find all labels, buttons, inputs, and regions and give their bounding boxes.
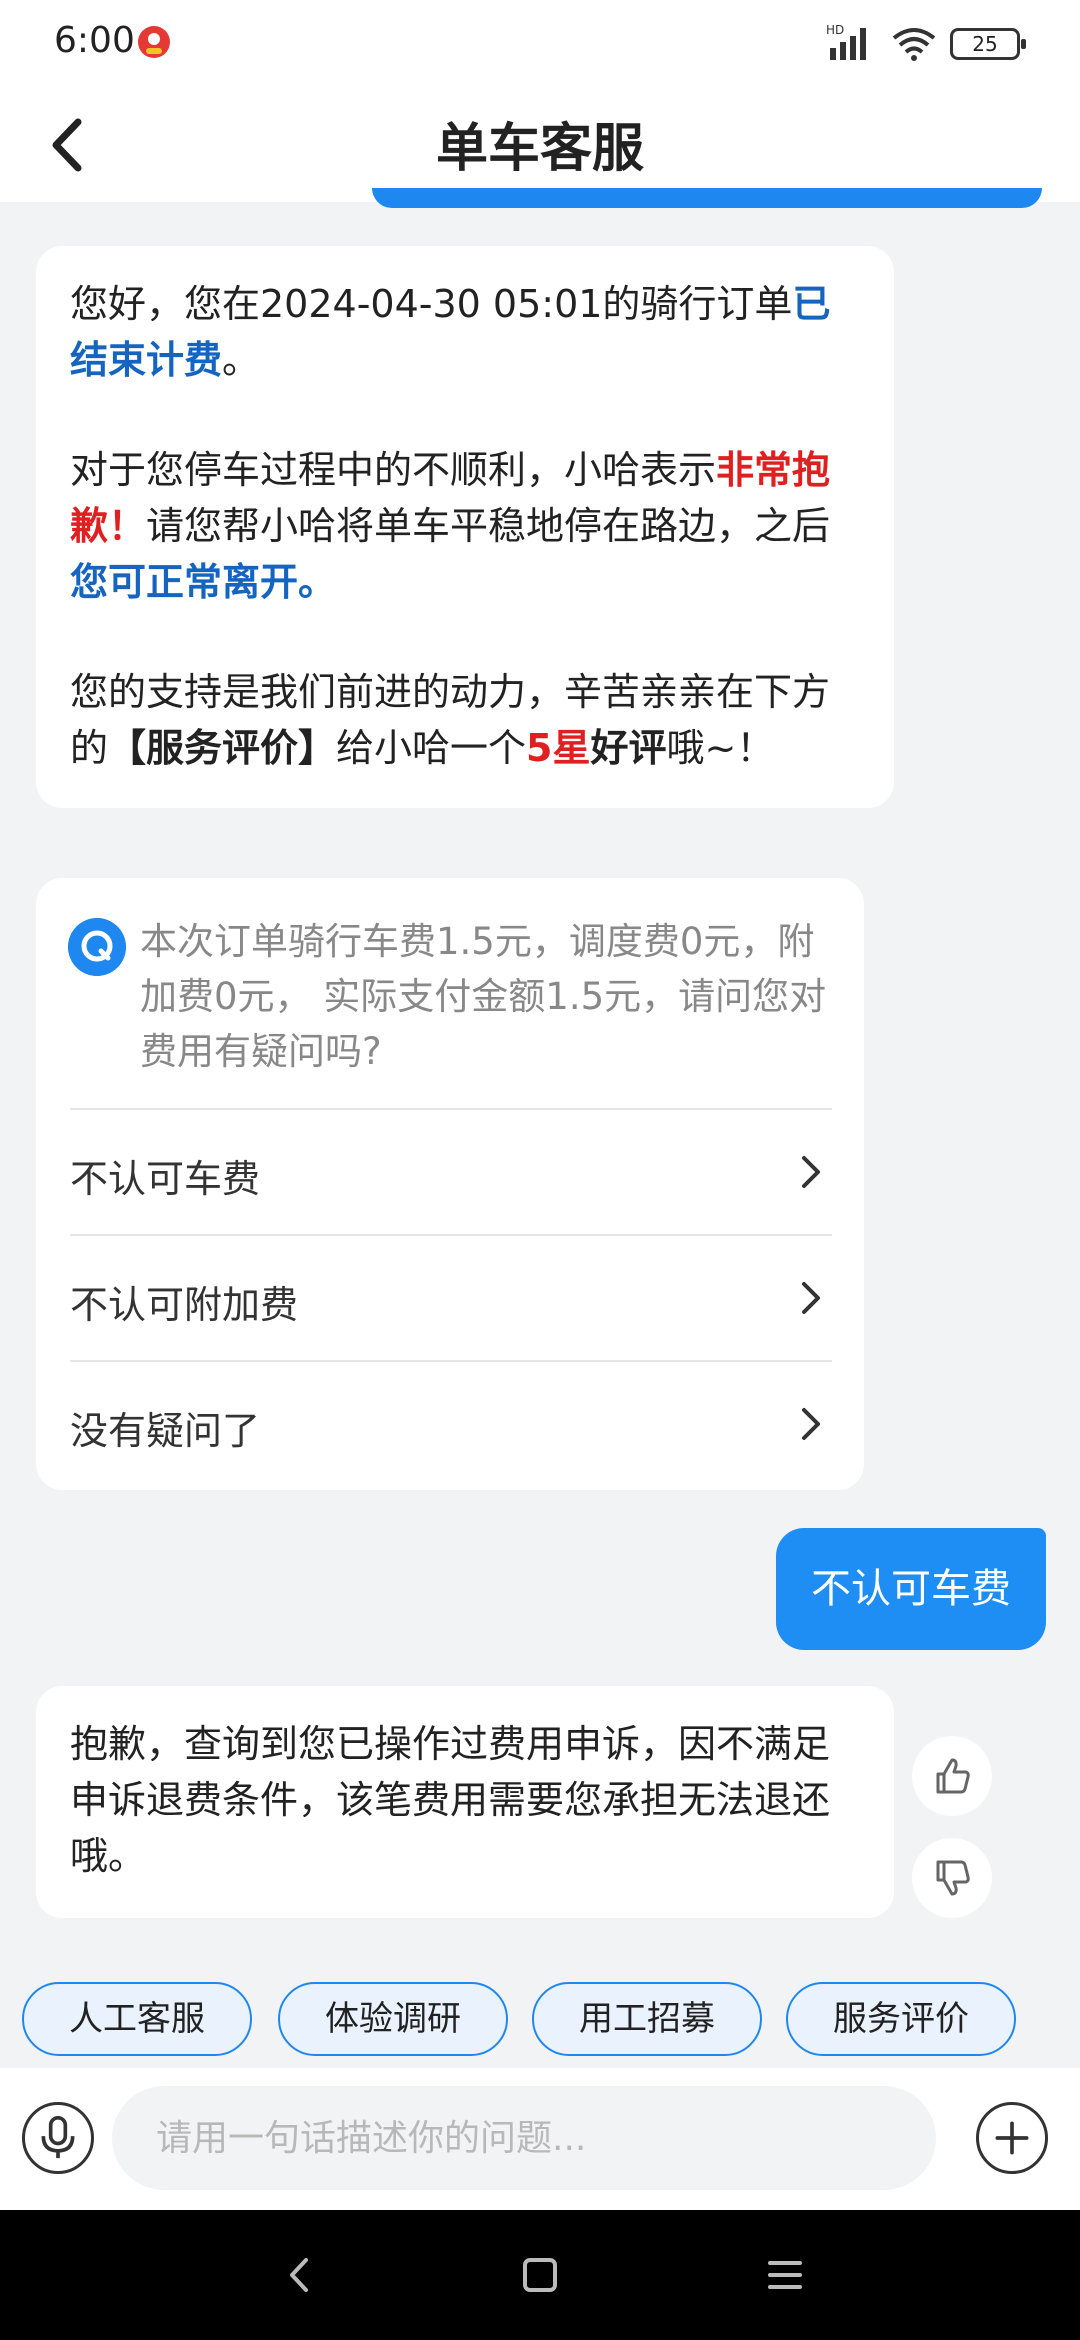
message-text: 您好，您在2024-04-30 05:01的骑行订单 xyxy=(70,282,793,326)
option-no-question[interactable]: 没有疑问了 xyxy=(70,1360,832,1486)
option-label: 不认可车费 xyxy=(70,1157,261,1201)
chevron-right-icon xyxy=(802,1408,820,1440)
signal-icon: HD xyxy=(826,23,866,60)
chevron-right-icon xyxy=(802,1156,820,1188)
option-dispute-fare[interactable]: 不认可车费 xyxy=(70,1108,832,1234)
battery-level: 25 xyxy=(972,32,998,56)
status-time: 6:00 xyxy=(54,20,135,61)
message-input[interactable] xyxy=(112,2086,936,2190)
wifi-icon xyxy=(892,28,936,61)
option-label: 不认可附加费 xyxy=(70,1283,299,1327)
highlight-text: 5星 xyxy=(526,726,591,770)
fee-question-text: 本次订单骑行车费1.5元，调度费0元，附加费0元， 实际支付金额1.5元，请问您… xyxy=(140,920,827,1073)
chevron-right-icon xyxy=(802,1282,820,1314)
highlight-text: 您可正常离开。 xyxy=(70,560,337,604)
microphone-icon[interactable] xyxy=(22,2102,94,2174)
message-paragraph: 对于您停车过程中的不顺利，小哈表示非常抱歉！请您帮小哈将单车平稳地停在路边，之后… xyxy=(70,442,860,610)
page-title: 单车客服 xyxy=(435,119,644,179)
message-text: 请您帮小哈将单车平稳地停在路边，之后 xyxy=(146,504,831,548)
chip-service-rating[interactable]: 服务评价 xyxy=(786,1982,1016,2056)
app-header: 单车客服 xyxy=(0,86,1080,202)
nav-home-icon[interactable] xyxy=(515,2250,565,2300)
question-bot-icon xyxy=(68,918,126,976)
message-text: 哦~！ xyxy=(666,726,775,770)
message-paragraph: 您的支持是我们前进的动力，辛苦亲亲在下方的【服务评价】给小哈一个5星好评哦~！ xyxy=(70,664,860,776)
status-bar: 6:00 HD 25 xyxy=(0,0,1080,86)
thumbs-down-button[interactable] xyxy=(912,1838,992,1918)
svg-text:HD: HD xyxy=(826,23,844,37)
message-paragraph: 您好，您在2024-04-30 05:01的骑行订单已结束计费。 xyxy=(70,276,860,388)
user-message: 不认可车费 xyxy=(776,1528,1046,1650)
input-bar xyxy=(0,2068,1080,2210)
option-dispute-surcharge[interactable]: 不认可附加费 xyxy=(70,1234,832,1360)
previous-message-fragment xyxy=(372,188,1042,208)
chip-human-service[interactable]: 人工客服 xyxy=(22,1982,252,2056)
nav-menu-icon[interactable] xyxy=(760,2250,810,2300)
message-text: 给小哈一个 xyxy=(336,726,527,770)
bot-message-refund-reply: 抱歉，查询到您已操作过费用申诉，因不满足申诉退费条件，该笔费用需要您承担无法退还… xyxy=(36,1686,894,1918)
bot-message-fee-question: 本次订单骑行车费1.5元，调度费0元，附加费0元， 实际支付金额1.5元，请问您… xyxy=(36,878,864,1490)
thumbs-up-button[interactable] xyxy=(912,1736,992,1816)
plus-icon[interactable] xyxy=(976,2102,1048,2174)
highlight-text: 好评 xyxy=(590,726,667,770)
quick-actions: 人工客服 体验调研 用工招募 服务评价 xyxy=(22,1982,1062,2056)
chip-survey[interactable]: 体验调研 xyxy=(278,1982,508,2056)
battery-icon: 25 xyxy=(950,28,1026,60)
nav-back-icon[interactable] xyxy=(276,2250,326,2300)
highlight-text: 【服务评价】 xyxy=(108,726,337,770)
thumbs-up-icon xyxy=(936,1758,970,1794)
app-notification-icon xyxy=(138,26,170,58)
chip-recruitment[interactable]: 用工招募 xyxy=(532,1982,762,2056)
message-text: 对于您停车过程中的不顺利，小哈表示 xyxy=(70,448,717,492)
message-text: 。 xyxy=(222,338,261,382)
bot-message-order-status: 您好，您在2024-04-30 05:01的骑行订单已结束计费。 对于您停车过程… xyxy=(36,246,894,808)
option-label: 没有疑问了 xyxy=(70,1409,261,1453)
thumbs-down-icon xyxy=(936,1860,970,1896)
system-nav-bar xyxy=(0,2210,1080,2340)
